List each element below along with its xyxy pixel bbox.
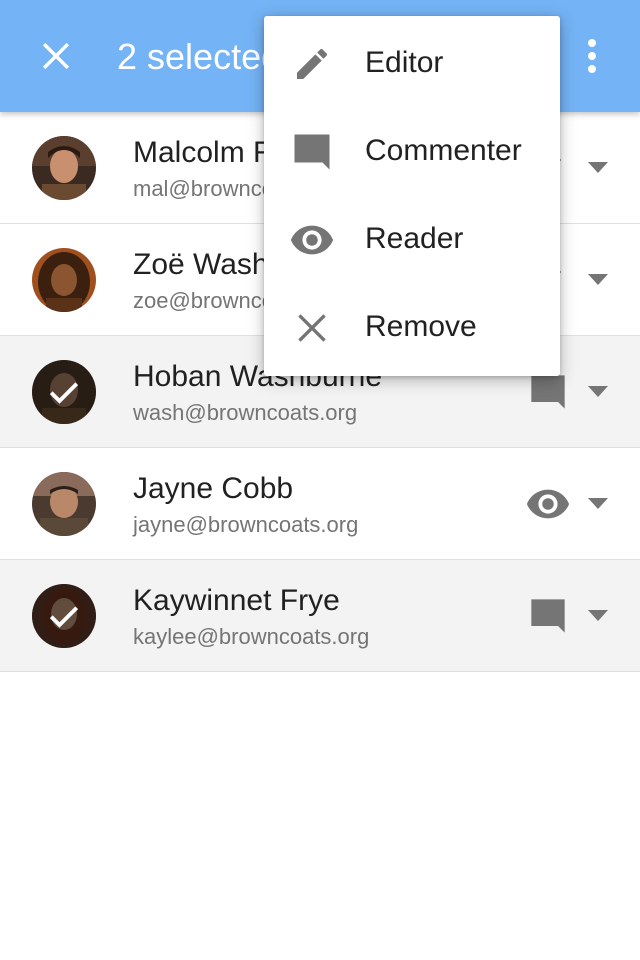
role-dropdown-button[interactable] [582,382,614,402]
avatar[interactable] [32,360,96,424]
menu-item-label: Editor [365,46,444,79]
contact-name: Jayne Cobb [133,472,294,505]
menu-item-editor[interactable]: Editor [264,16,560,104]
contact-row-selected[interactable]: Kaywinnet Frye kaylee@browncoats.org [0,560,640,672]
chevron-down-icon [588,274,608,285]
role-indicator[interactable] [524,592,572,640]
menu-item-remove[interactable]: Remove [264,280,560,368]
avatar-photo [32,472,96,536]
contact-email: wash@browncoats.org [133,400,358,425]
menu-item-label: Reader [365,222,464,255]
close-icon [42,42,70,70]
comment-icon [531,375,565,409]
avatar[interactable] [32,472,96,536]
comment-icon [294,134,330,170]
role-indicator[interactable] [524,480,572,528]
more-options-button[interactable] [568,32,616,80]
avatar-photo [32,248,96,312]
menu-item-label: Remove [365,310,477,343]
eye-icon [290,225,334,255]
menu-item-label: Commenter [365,134,522,167]
selected-check [32,360,96,424]
role-dropdown-button[interactable] [582,270,614,290]
menu-item-reader[interactable]: Reader [264,192,560,280]
chevron-down-icon [588,498,608,509]
avatar[interactable] [32,584,96,648]
eye-icon [526,489,570,519]
selected-check [32,584,96,648]
selection-count-title: 2 selected [117,36,282,77]
role-dropdown-button[interactable] [582,494,614,514]
role-menu: Editor Commenter Reader Remove [264,16,560,376]
role-dropdown-button[interactable] [582,606,614,626]
more-vert-icon [588,39,596,73]
check-icon [49,382,79,404]
check-icon [49,606,79,628]
contact-email: jayne@browncoats.org [133,512,359,537]
chevron-down-icon [588,610,608,621]
comment-icon [531,599,565,633]
pencil-icon [297,48,328,79]
avatar[interactable] [32,136,96,200]
role-dropdown-button[interactable] [582,158,614,178]
close-selection-button[interactable] [32,32,80,80]
close-icon [298,314,326,342]
chevron-down-icon [588,162,608,173]
contact-email: kaylee@browncoats.org [133,624,370,649]
chevron-down-icon [588,386,608,397]
contact-name: Kaywinnet Frye [133,584,340,617]
menu-item-commenter[interactable]: Commenter [264,104,560,192]
avatar-photo [32,136,96,200]
contact-row[interactable]: Jayne Cobb jayne@browncoats.org [0,448,640,560]
avatar[interactable] [32,248,96,312]
